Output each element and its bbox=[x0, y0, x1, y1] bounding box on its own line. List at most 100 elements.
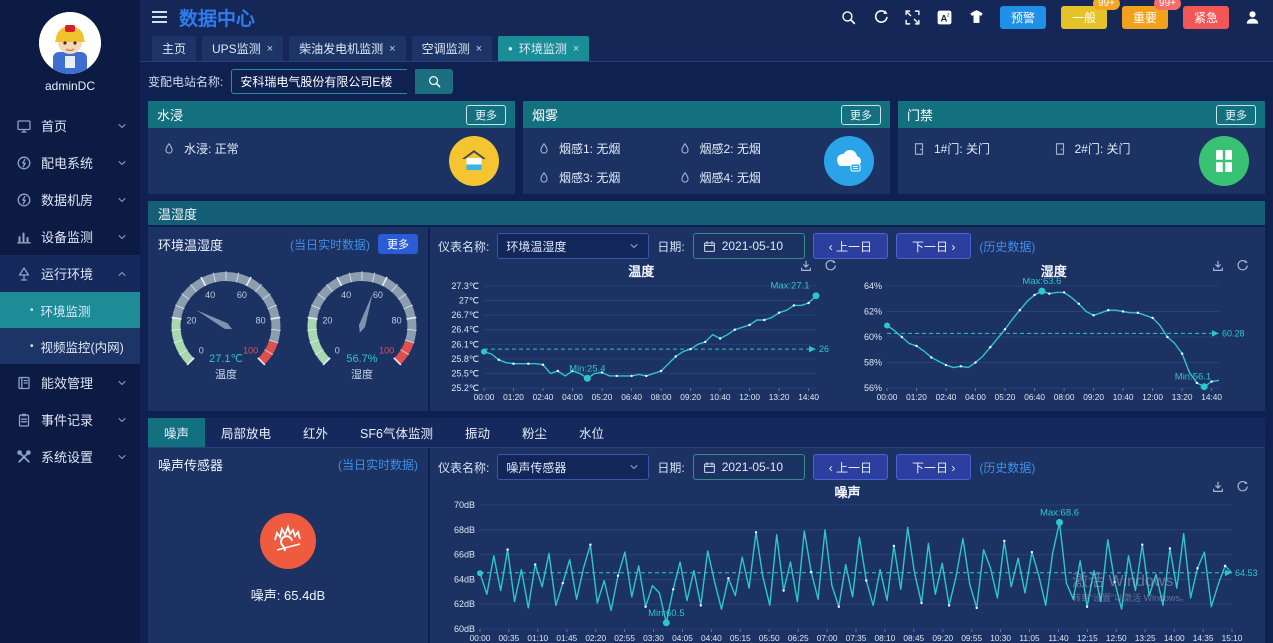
sensor-tab-局部放电[interactable]: 局部放电 bbox=[205, 418, 287, 447]
sidebar-item-device-monitor[interactable]: 设备监测 bbox=[0, 218, 140, 255]
sidebar-subitem-video-monitor[interactable]: •视频监控(内网) bbox=[0, 328, 140, 364]
sidebar-item-power-dist[interactable]: 配电系统 bbox=[0, 144, 140, 181]
tab-label: 柴油发电机监测 bbox=[299, 40, 383, 57]
tab-hvac[interactable]: 空调监测 × bbox=[412, 36, 492, 61]
svg-text:04:40: 04:40 bbox=[701, 633, 722, 643]
refresh-button[interactable] bbox=[1235, 259, 1249, 273]
more-button[interactable]: 更多 bbox=[1216, 105, 1256, 125]
noise-meter-select[interactable]: 噪声传感器 bbox=[497, 454, 649, 480]
svg-text:z: z bbox=[947, 12, 950, 18]
book-icon bbox=[16, 375, 32, 391]
more-button[interactable]: 更多 bbox=[841, 105, 881, 125]
translate-button[interactable]: Az bbox=[936, 9, 953, 26]
user-button[interactable] bbox=[1244, 9, 1261, 26]
temperature-gauge: 02040608010027.1℃温度 bbox=[158, 268, 294, 390]
avatar[interactable] bbox=[39, 12, 101, 74]
noise-next-day-button[interactable]: 下一日 › bbox=[896, 454, 971, 480]
svg-text:Min:56.1: Min:56.1 bbox=[1174, 372, 1210, 383]
download-button[interactable] bbox=[1211, 480, 1225, 494]
status-panel-smoke: 烟雾更多 烟感1: 无烟烟感2: 无烟烟感3: 无烟烟感4: 无烟 bbox=[523, 101, 890, 194]
tab-close-icon[interactable]: × bbox=[573, 43, 579, 55]
sidebar-item-env[interactable]: 运行环境 bbox=[0, 255, 140, 292]
refresh-button[interactable] bbox=[823, 259, 837, 273]
noise-date-input[interactable]: 2021-05-10 bbox=[693, 454, 805, 480]
sensor-tab-红外[interactable]: 红外 bbox=[287, 418, 344, 447]
status-panels: 水浸更多 水浸: 正常 烟雾更多 烟感1: 无烟烟感2: 无烟烟感3: 无烟烟感… bbox=[148, 101, 1265, 194]
sidebar-item-home[interactable]: 首页 bbox=[0, 107, 140, 144]
refresh-button[interactable] bbox=[1235, 480, 1249, 494]
theme-shirt-button[interactable] bbox=[968, 9, 985, 26]
sensor-tab-水位[interactable]: 水位 bbox=[563, 418, 620, 447]
alarm-warning-button[interactable]: 预警 bbox=[1000, 6, 1046, 29]
svg-text:68dB: 68dB bbox=[454, 525, 475, 535]
more-button[interactable]: 更多 bbox=[378, 234, 418, 254]
svg-text:20: 20 bbox=[322, 316, 332, 326]
sidebar-item-data-room[interactable]: 数据机房 bbox=[0, 181, 140, 218]
sensor-tab-噪声[interactable]: 噪声 bbox=[148, 418, 205, 447]
noise-subpanel-title: 噪声传感器 bbox=[158, 455, 223, 474]
env-date-input[interactable]: 2021-05-10 bbox=[693, 233, 805, 259]
tab-ups[interactable]: UPS监测× bbox=[202, 36, 283, 61]
svg-text:05:20: 05:20 bbox=[994, 392, 1015, 402]
sidebar-item-energy[interactable]: 能效管理 bbox=[0, 364, 140, 401]
topbar-actions: Az 预警一般99+ 重要99+ 紧急 bbox=[840, 6, 1261, 29]
translate-icon: Az bbox=[936, 9, 953, 26]
noise-history-data-link[interactable]: (历史数据) bbox=[979, 459, 1035, 476]
noise-prev-day-button[interactable]: ‹ 上一日 bbox=[813, 454, 888, 480]
tab-home[interactable]: 主页 bbox=[152, 36, 196, 61]
env-prev-day-button[interactable]: ‹ 上一日 bbox=[813, 233, 888, 259]
sensor-tab-粉尘[interactable]: 粉尘 bbox=[506, 418, 563, 447]
status-panel-water: 水浸更多 水浸: 正常 bbox=[148, 101, 515, 194]
svg-text:01:10: 01:10 bbox=[527, 633, 548, 643]
sidebar: adminDC 首页配电系统数据机房设备监测运行环境•环境监测•视频监控(内网)… bbox=[0, 0, 140, 643]
tab-envmon[interactable]: ●环境监测× bbox=[498, 36, 589, 61]
sidebar-item-label: 事件记录 bbox=[41, 410, 93, 429]
tab-label: 空调监测 bbox=[422, 40, 470, 57]
alarm-important-button[interactable]: 重要99+ bbox=[1122, 6, 1168, 29]
svg-text:13:20: 13:20 bbox=[769, 392, 790, 402]
noise-subpanel: 噪声传感器 (当日实时数据) 噪声: 65.4dB bbox=[148, 448, 430, 643]
download-button[interactable] bbox=[799, 259, 813, 273]
tab-close-icon[interactable]: × bbox=[476, 43, 482, 55]
tab-close-icon[interactable]: × bbox=[389, 43, 395, 55]
svg-text:26.1℃: 26.1℃ bbox=[451, 339, 479, 349]
svg-text:06:40: 06:40 bbox=[1024, 392, 1045, 402]
sensor-tab-振动[interactable]: 振动 bbox=[449, 418, 506, 447]
sidebar-subitem-env-monitor[interactable]: •环境监测 bbox=[0, 292, 140, 328]
env-history-data-link[interactable]: (历史数据) bbox=[979, 238, 1035, 255]
temp-humidity-section: 温湿度 环境温湿度 (当日实时数据) 更多 02040608010027.1℃温… bbox=[148, 201, 1265, 411]
search-button[interactable] bbox=[840, 9, 857, 26]
tab-close-icon[interactable]: × bbox=[267, 43, 273, 55]
refresh-button[interactable] bbox=[872, 9, 889, 26]
status-item-text: 2#门: 关门 bbox=[1075, 140, 1131, 157]
environment-icon bbox=[16, 266, 32, 282]
svg-text:01:20: 01:20 bbox=[503, 392, 524, 402]
svg-text:Min:25.4: Min:25.4 bbox=[569, 363, 605, 374]
sidebar-subitem-label: 视频监控(内网) bbox=[41, 337, 124, 356]
sidebar-item-settings[interactable]: 系统设置 bbox=[0, 438, 140, 475]
alarm-general-button[interactable]: 一般99+ bbox=[1061, 6, 1107, 29]
download-button[interactable] bbox=[1211, 259, 1225, 273]
hamburger-menu-icon[interactable] bbox=[152, 11, 167, 23]
sidebar-item-events[interactable]: 事件记录 bbox=[0, 401, 140, 438]
hum-chart: 56%58%60%62%64%00:0001:2002:4004:0005:20… bbox=[851, 278, 1261, 406]
tab-diesel[interactable]: 柴油发电机监测 × bbox=[289, 36, 405, 61]
env-meter-select[interactable]: 环境温湿度 bbox=[497, 233, 649, 259]
temp-humidity-charts-area: 仪表名称:环境温湿度日期:2021-05-10‹ 上一日下一日 ›(历史数据) … bbox=[430, 227, 1265, 411]
door-icon bbox=[912, 142, 926, 156]
humidity-chart-box: 湿度 56%58%60%62%64%00:0001:2002:4004:0005… bbox=[851, 261, 1258, 407]
more-button[interactable]: 更多 bbox=[466, 105, 506, 125]
search-icon bbox=[427, 74, 442, 89]
temperature-chart-box: 温度 25.2℃25.5℃25.8℃26.1℃26.4℃26.7℃27℃27.3… bbox=[438, 261, 845, 407]
svg-text:26: 26 bbox=[819, 344, 829, 354]
search-button[interactable] bbox=[415, 69, 453, 94]
sensor-tab-SF6气体监测[interactable]: SF6气体监测 bbox=[344, 418, 449, 447]
alarm-urgent-button[interactable]: 紧急 bbox=[1183, 6, 1229, 29]
env-next-day-button[interactable]: 下一日 › bbox=[896, 233, 971, 259]
svg-text:12:15: 12:15 bbox=[1077, 633, 1098, 643]
noise-sensor-icon bbox=[260, 513, 316, 569]
fullscreen-button[interactable] bbox=[904, 9, 921, 26]
svg-text:62%: 62% bbox=[863, 307, 881, 317]
station-name-input[interactable] bbox=[231, 69, 407, 94]
status-panel-title: 门禁 bbox=[907, 105, 933, 124]
